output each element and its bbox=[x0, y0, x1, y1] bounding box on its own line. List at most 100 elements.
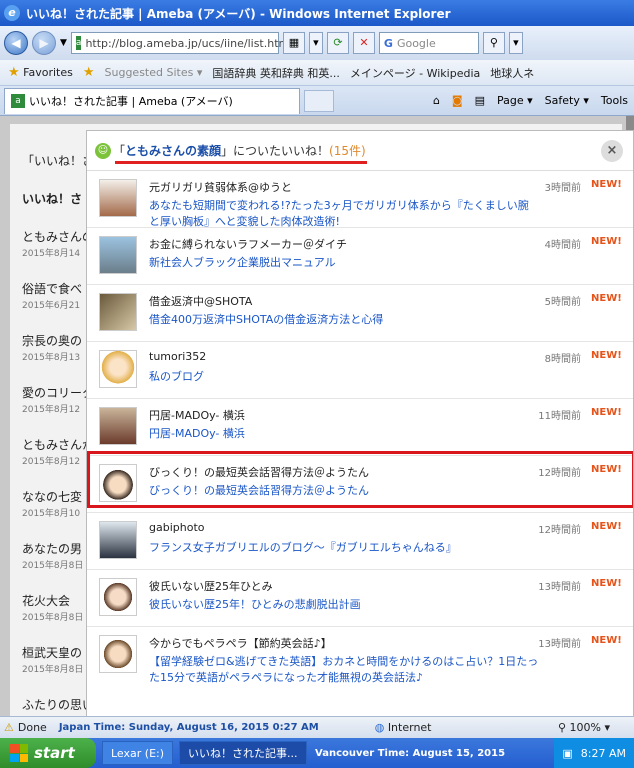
new-badge: NEW! bbox=[591, 179, 622, 190]
blog-link[interactable]: 円居-MADOy- 横浜 bbox=[149, 426, 539, 442]
close-icon[interactable]: × bbox=[601, 140, 623, 162]
print-icon[interactable]: ▤ bbox=[475, 94, 485, 107]
avatar[interactable] bbox=[99, 407, 137, 445]
user-name[interactable]: tumori352 bbox=[149, 350, 469, 363]
add-favorite-icon[interactable]: ★ bbox=[83, 65, 95, 80]
compatibility-view-icon[interactable]: ▦ bbox=[282, 32, 305, 54]
avatar[interactable] bbox=[99, 521, 137, 559]
list-item: 彼氏いない歴25年ひとみ 彼氏いない歴25年！ひとみの悲劇脱出計画 13時間前 … bbox=[87, 570, 633, 627]
blog-link[interactable]: フランス女子ガブリエルのブログ〜『ガブリエルちゃんねる』 bbox=[149, 540, 539, 556]
red-underline-annotation bbox=[115, 161, 367, 164]
refresh-icon[interactable]: ⟳ bbox=[326, 32, 349, 54]
favorites-button[interactable]: ★ Favorites bbox=[8, 65, 73, 80]
taskbar: start Lexar (E:) いいね！された記事... Vancouver … bbox=[0, 738, 634, 768]
user-name[interactable]: 借金返済中@SHOTA bbox=[149, 293, 469, 309]
favorite-link-dictionary[interactable]: 国語辞典 英和辞典 和英... bbox=[212, 65, 339, 81]
favorite-link-wikipedia[interactable]: メインページ - Wikipedia bbox=[350, 65, 480, 81]
list-item: gabiphoto フランス女子ガブリエルのブログ〜『ガブリエルちゃんねる』 1… bbox=[87, 513, 633, 570]
timestamp: 3時間前 bbox=[544, 183, 581, 194]
search-options-icon[interactable]: ▾ bbox=[508, 32, 523, 54]
start-label: start bbox=[34, 744, 75, 762]
bg-item: いいね！さ bbox=[22, 192, 83, 206]
feeds-icon[interactable]: ◙ bbox=[452, 94, 463, 107]
network-icon[interactable]: ▣ bbox=[562, 747, 572, 760]
zoom-level[interactable]: ⚲ 100% ▾ bbox=[558, 721, 634, 734]
bg-item: ともみさんか bbox=[22, 438, 92, 452]
back-arrow-icon[interactable]: ◀ bbox=[4, 31, 28, 55]
timestamp: 11時間前 bbox=[538, 411, 581, 422]
ameba-tab-favicon-icon: a bbox=[11, 94, 25, 108]
command-bar: ⌂ ◙ ▤ Page ▾ Safety ▾ Tools bbox=[433, 94, 634, 107]
user-name[interactable]: 彼氏いない歴25年ひとみ bbox=[149, 578, 469, 594]
avatar[interactable] bbox=[99, 578, 137, 616]
blog-link[interactable]: 借金400万返済中SHOTAの借金返済方法と心得 bbox=[149, 312, 539, 328]
bg-date: 2015年8月10 bbox=[22, 509, 81, 519]
status-text: Done bbox=[17, 721, 47, 734]
timestamp: 13時間前 bbox=[538, 582, 581, 593]
blog-link[interactable]: あなたも短期間で変われる!?たった3ヶ月でガリガリ体系から『たくましい腕と厚い胸… bbox=[149, 198, 539, 230]
blog-name-link[interactable]: ともみさんの素顔 bbox=[125, 144, 221, 158]
user-name[interactable]: 今からでもペラペラ【節約英会話♪】 bbox=[149, 635, 469, 651]
tools-menu[interactable]: Tools bbox=[601, 94, 628, 107]
avatar[interactable] bbox=[99, 635, 137, 673]
favorite-link-suggested[interactable]: Suggested Sites ▾ bbox=[105, 66, 203, 79]
start-button[interactable]: start bbox=[0, 738, 96, 768]
user-name[interactable]: 元ガリガリ貧弱体系@ゆうと bbox=[149, 179, 469, 195]
search-input[interactable]: G Google bbox=[378, 32, 479, 54]
zone-label: Internet bbox=[387, 721, 432, 734]
avatar[interactable] bbox=[99, 350, 137, 388]
user-name[interactable]: 円居-MADOy- 横浜 bbox=[149, 407, 469, 423]
taskbar-item-lexar[interactable]: Lexar (E:) bbox=[102, 741, 174, 765]
star-icon: ★ bbox=[8, 65, 20, 80]
home-icon[interactable]: ⌂ bbox=[433, 94, 440, 107]
address-bar[interactable]: a http://blog.ameba.jp/ucs/iine/list.htm… bbox=[70, 32, 292, 54]
new-tab-button[interactable] bbox=[304, 89, 334, 112]
avatar[interactable] bbox=[99, 293, 137, 331]
avatar[interactable] bbox=[99, 179, 137, 217]
list-item: 今からでもペラペラ【節約英会話♪】 【留学経験ゼロ&逃げてきた英語】おカネと時間… bbox=[87, 627, 633, 716]
user-name[interactable]: お金に縛られないラフメーカー＠ダイチ bbox=[149, 236, 469, 252]
google-logo-icon: G bbox=[383, 36, 393, 50]
title-prefix: 「 bbox=[113, 144, 126, 158]
window-title: いいね！された記事 | Ameba (アメーバ) - Windows Inter… bbox=[26, 6, 451, 21]
new-badge: NEW! bbox=[591, 293, 622, 304]
page-menu[interactable]: Page ▾ bbox=[497, 94, 533, 107]
tab-iine[interactable]: a いいね！された記事 | Ameba (アメーバ) bbox=[4, 87, 300, 114]
new-badge: NEW! bbox=[591, 635, 622, 646]
taskbar-item-ie[interactable]: いいね！された記事... bbox=[179, 741, 308, 765]
bg-item: 宗長の奥の bbox=[22, 334, 83, 348]
bg-date: 2015年6月21 bbox=[22, 301, 81, 311]
dropdown-icon[interactable]: ▾ bbox=[308, 32, 323, 54]
bg-item: 「いいね！さ bbox=[22, 154, 92, 168]
red-highlight-box-annotation bbox=[87, 451, 633, 508]
stop-icon[interactable]: ✕ bbox=[352, 32, 375, 54]
forward-arrow-icon[interactable]: ▶ bbox=[32, 31, 56, 55]
ameba-favicon-icon: a bbox=[75, 36, 82, 50]
window-title-bar: e いいね！された記事 | Ameba (アメーバ) - Windows Int… bbox=[0, 0, 634, 26]
new-badge: NEW! bbox=[591, 350, 622, 361]
blog-link[interactable]: 私のブログ bbox=[149, 369, 539, 385]
modal-title: 「ともみさんの素顔」についたいいね！(15件) bbox=[113, 142, 366, 159]
blog-link[interactable]: 【留学経験ゼロ&逃げてきた英語】おカネと時間をかけるのはこ占い？1日たった15分… bbox=[149, 654, 539, 686]
bg-item: ななの七変 bbox=[22, 490, 83, 504]
safety-menu[interactable]: Safety ▾ bbox=[545, 94, 589, 107]
bg-date: 2015年8月8日 bbox=[22, 613, 84, 623]
iine-modal: ☺ 「ともみさんの素顔」についたいいね！(15件) × 元ガリガリ貧弱体系@ゆう… bbox=[86, 130, 634, 716]
warning-icon: ⚠ bbox=[4, 721, 14, 734]
search-icon[interactable]: ⚲ bbox=[482, 32, 505, 54]
user-name[interactable]: gabiphoto bbox=[149, 521, 469, 534]
favorite-link-chikyujin[interactable]: 地球人ネ bbox=[490, 65, 534, 81]
history-dropdown-icon[interactable]: ▼ bbox=[60, 38, 67, 48]
clock[interactable]: 8:27 AM bbox=[581, 747, 626, 760]
avatar[interactable] bbox=[99, 236, 137, 274]
windows-flag-icon bbox=[10, 744, 28, 762]
like-count: (15件) bbox=[329, 144, 366, 158]
blog-link[interactable]: 彼氏いない歴25年！ひとみの悲劇脱出計画 bbox=[149, 597, 539, 613]
timestamp: 13時間前 bbox=[538, 639, 581, 650]
modal-header: ☺ 「ともみさんの素顔」についたいいね！(15件) × bbox=[87, 131, 633, 171]
bg-date: 2015年8月8日 bbox=[22, 665, 84, 675]
bg-item: ともみさんの bbox=[22, 230, 92, 244]
search-placeholder: Google bbox=[396, 36, 436, 50]
smile-icon: ☺ bbox=[95, 142, 111, 159]
blog-link[interactable]: 新社会人ブラック企業脱出マニュアル bbox=[149, 255, 539, 271]
